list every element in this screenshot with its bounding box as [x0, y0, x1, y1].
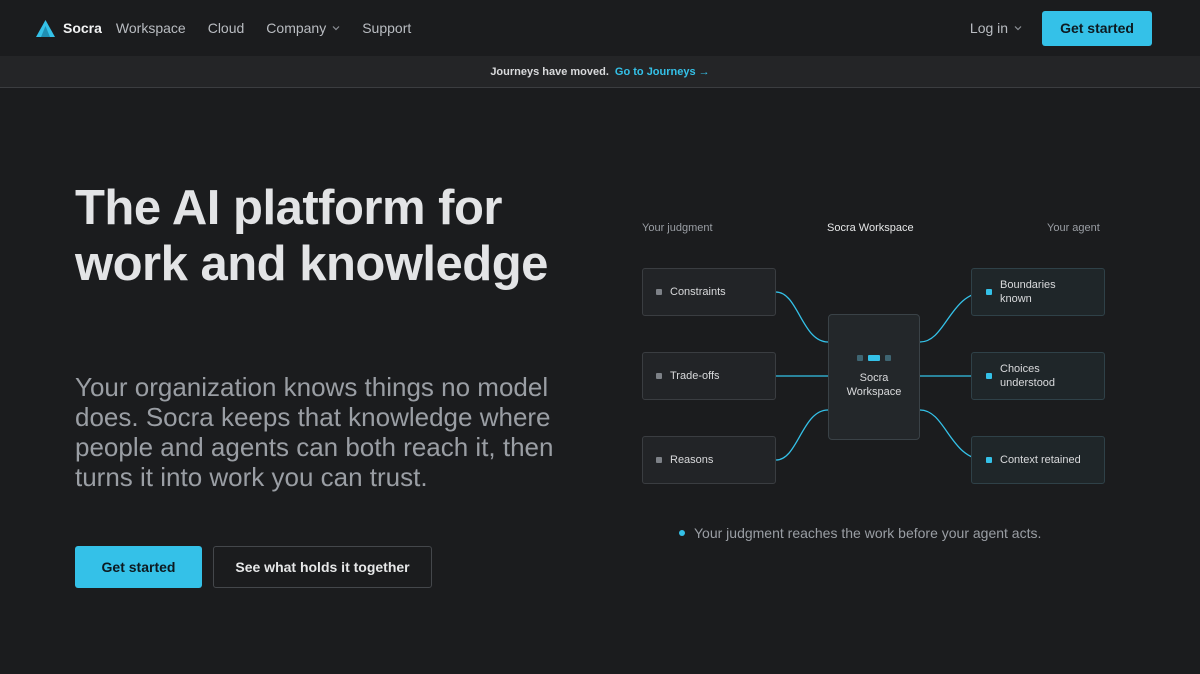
top-nav: Socra Workspace Cloud Company Support Lo…	[0, 0, 1200, 56]
see-what-holds-it-together-button[interactable]: See what holds it together	[213, 546, 432, 588]
node-reasons: Reasons	[642, 436, 776, 484]
nav-link-company-label: Company	[266, 20, 327, 36]
nav-link-cloud[interactable]: Cloud	[208, 20, 245, 36]
brand[interactable]: Socra	[36, 19, 102, 37]
nav-link-workspace[interactable]: Workspace	[116, 20, 186, 36]
socra-logo-icon	[36, 19, 55, 37]
node-dot	[986, 373, 992, 379]
node-label: Boundaries known	[1000, 279, 1056, 305]
nav-link-support[interactable]: Support	[362, 20, 411, 36]
center-dot	[857, 355, 863, 361]
node-tradeoffs: Trade-offs	[642, 352, 776, 400]
node-label: Constraints	[670, 286, 726, 298]
caption-text: Your judgment reaches the work before yo…	[694, 525, 1042, 541]
connector-reasons	[775, 409, 829, 461]
node-label: Trade-offs	[670, 370, 720, 382]
login-menu[interactable]: Log in	[970, 20, 1022, 36]
left-column-label: Your judgment	[642, 222, 713, 234]
hero-subtitle: Your organization knows things no model …	[75, 372, 554, 492]
chevron-down-icon	[1014, 26, 1022, 31]
diagram-caption: Your judgment reaches the work before yo…	[679, 525, 1041, 541]
login-label: Log in	[969, 20, 1009, 36]
workflow-diagram: Your judgment Socra Workspace Your agent…	[630, 210, 1120, 560]
nav-links: Workspace Cloud Company Support	[116, 20, 411, 36]
banner-link[interactable]: Go to Journeys →	[615, 66, 710, 78]
node-constraints: Constraints	[642, 268, 776, 316]
hero-title: The AI platform for work and knowledge	[75, 181, 548, 291]
center-dot	[885, 355, 891, 361]
get-started-button[interactable]: Get started	[75, 546, 202, 588]
center-column-label: Socra Workspace	[827, 222, 914, 234]
node-dot	[656, 289, 662, 295]
center-node-dots	[857, 355, 891, 361]
node-context-retained: Context retained	[971, 436, 1105, 484]
node-boundaries-known: Boundaries known	[971, 268, 1105, 316]
node-label: Choices understood	[1000, 363, 1056, 389]
chevron-down-icon	[332, 26, 340, 31]
center-dot	[868, 355, 880, 361]
caption-dot	[679, 530, 685, 536]
connector-constraints	[775, 291, 829, 343]
node-dot	[986, 457, 992, 463]
node-label: Reasons	[670, 454, 714, 466]
node-dot	[656, 457, 662, 463]
hero-actions: Get started See what holds it together	[75, 546, 432, 588]
banner-text: Journeys have moved.	[490, 65, 609, 78]
center-node-label-line1: Socra	[859, 372, 889, 384]
node-choices-understood: Choices understood	[971, 352, 1105, 400]
nav-link-company[interactable]: Company	[266, 20, 340, 36]
nav-right: Log in Get started	[970, 10, 1164, 46]
brand-name: Socra	[63, 20, 102, 36]
announcement-banner: Journeys have moved. Go to Journeys →	[0, 56, 1200, 88]
node-socra-workspace: Socra Workspace	[828, 314, 920, 440]
node-dot	[656, 373, 662, 379]
center-node-label-line2: Workspace	[846, 386, 902, 398]
right-column-label: Your agent	[1047, 222, 1100, 234]
node-dot	[986, 289, 992, 295]
node-label: Context retained	[1000, 454, 1081, 466]
get-started-nav-button[interactable]: Get started	[1042, 10, 1152, 46]
